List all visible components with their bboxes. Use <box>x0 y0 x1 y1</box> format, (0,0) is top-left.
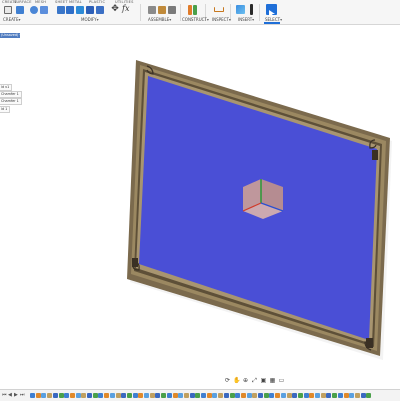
timeline-feature[interactable] <box>269 393 275 398</box>
timeline-feature[interactable] <box>275 393 281 398</box>
timeline-feature[interactable] <box>138 393 144 398</box>
timeline-feature[interactable] <box>149 393 155 398</box>
grid-icon[interactable]: ▦ <box>269 377 276 384</box>
timeline-feature[interactable] <box>189 393 195 398</box>
timeline-feature[interactable] <box>354 393 360 398</box>
timeline-feature[interactable] <box>92 393 98 398</box>
timeline-play-button[interactable]: ▶ <box>14 392 18 398</box>
viewport-canvas[interactable] <box>0 0 400 400</box>
timeline-feature[interactable] <box>35 393 41 398</box>
timeline-feature[interactable] <box>121 393 127 398</box>
timeline-feature[interactable] <box>263 393 269 398</box>
timeline-feature[interactable] <box>258 393 263 398</box>
timeline-feature[interactable] <box>343 393 349 398</box>
zoom-icon[interactable]: ⊕ <box>242 377 249 384</box>
timeline-feature[interactable] <box>109 393 115 398</box>
corner-block <box>372 150 378 160</box>
timeline-feature[interactable] <box>235 393 241 398</box>
orbit-icon[interactable]: ⟳ <box>224 377 231 384</box>
timeline-feature[interactable] <box>87 393 92 398</box>
timeline-feature[interactable] <box>349 393 355 398</box>
timeline-feature[interactable] <box>218 393 224 398</box>
timeline-feature[interactable] <box>64 393 70 398</box>
pan-icon[interactable]: ✋ <box>233 377 240 384</box>
timeline-feature[interactable] <box>326 393 332 398</box>
timeline-feature[interactable] <box>58 393 64 398</box>
corner-block <box>366 338 373 348</box>
timeline-feature[interactable] <box>252 393 258 398</box>
timeline-feature[interactable] <box>320 393 326 398</box>
timeline-feature[interactable] <box>161 393 167 398</box>
timeline-feature[interactable] <box>132 393 138 398</box>
timeline-feature[interactable] <box>309 393 315 398</box>
timeline-feature[interactable] <box>246 393 252 398</box>
timeline-first-button[interactable]: ⏮ <box>2 392 7 398</box>
timeline-feature[interactable] <box>172 393 178 398</box>
timeline-feature[interactable] <box>81 393 87 398</box>
timeline-feature[interactable] <box>144 393 149 398</box>
timeline-feature[interactable] <box>337 393 343 398</box>
timeline-feature[interactable] <box>41 393 47 398</box>
timeline-feature[interactable] <box>292 393 298 398</box>
timeline-feature[interactable] <box>75 393 81 398</box>
timeline-feature[interactable] <box>195 393 201 398</box>
timeline-feature[interactable] <box>229 393 235 398</box>
timeline-feature[interactable] <box>115 393 121 398</box>
timeline: ⏮ ◀ ▶ ⏭ <box>0 389 400 401</box>
origin-cube[interactable] <box>237 173 289 223</box>
timeline-feature[interactable] <box>223 393 229 398</box>
timeline-feature[interactable] <box>69 393 75 398</box>
timeline-feature[interactable] <box>280 393 286 398</box>
navigation-bar: ⟳ ✋ ⊕ ⤢ ▣ ▦ ▭ <box>224 376 302 385</box>
viewports-icon[interactable]: ▭ <box>278 377 285 384</box>
timeline-feature[interactable] <box>206 393 212 398</box>
timeline-feature[interactable] <box>183 393 189 398</box>
timeline-feature[interactable] <box>201 393 206 398</box>
timeline-feature[interactable] <box>332 393 338 398</box>
timeline-feature[interactable] <box>366 393 372 398</box>
timeline-feature[interactable] <box>52 393 58 398</box>
timeline-feature[interactable] <box>178 393 184 398</box>
timeline-feature[interactable] <box>240 393 246 398</box>
timeline-feature[interactable] <box>315 393 320 398</box>
timeline-feature[interactable] <box>286 393 292 398</box>
timeline-prev-button[interactable]: ◀ <box>8 392 12 398</box>
timeline-feature[interactable] <box>98 393 104 398</box>
timeline-feature[interactable] <box>360 393 366 398</box>
corner-block <box>132 258 138 267</box>
timeline-feature[interactable] <box>166 393 172 398</box>
fit-icon[interactable]: ⤢ <box>251 377 258 384</box>
timeline-last-button[interactable]: ⏭ <box>20 392 25 398</box>
timeline-feature[interactable] <box>212 393 218 398</box>
timeline-feature[interactable] <box>297 393 303 398</box>
timeline-feature[interactable] <box>303 393 309 398</box>
timeline-feature[interactable] <box>30 393 35 398</box>
timeline-feature[interactable] <box>47 393 53 398</box>
timeline-feature[interactable] <box>104 393 110 398</box>
timeline-feature[interactable] <box>155 393 161 398</box>
timeline-feature[interactable] <box>126 393 132 398</box>
display-mode-icon[interactable]: ▣ <box>260 377 267 384</box>
